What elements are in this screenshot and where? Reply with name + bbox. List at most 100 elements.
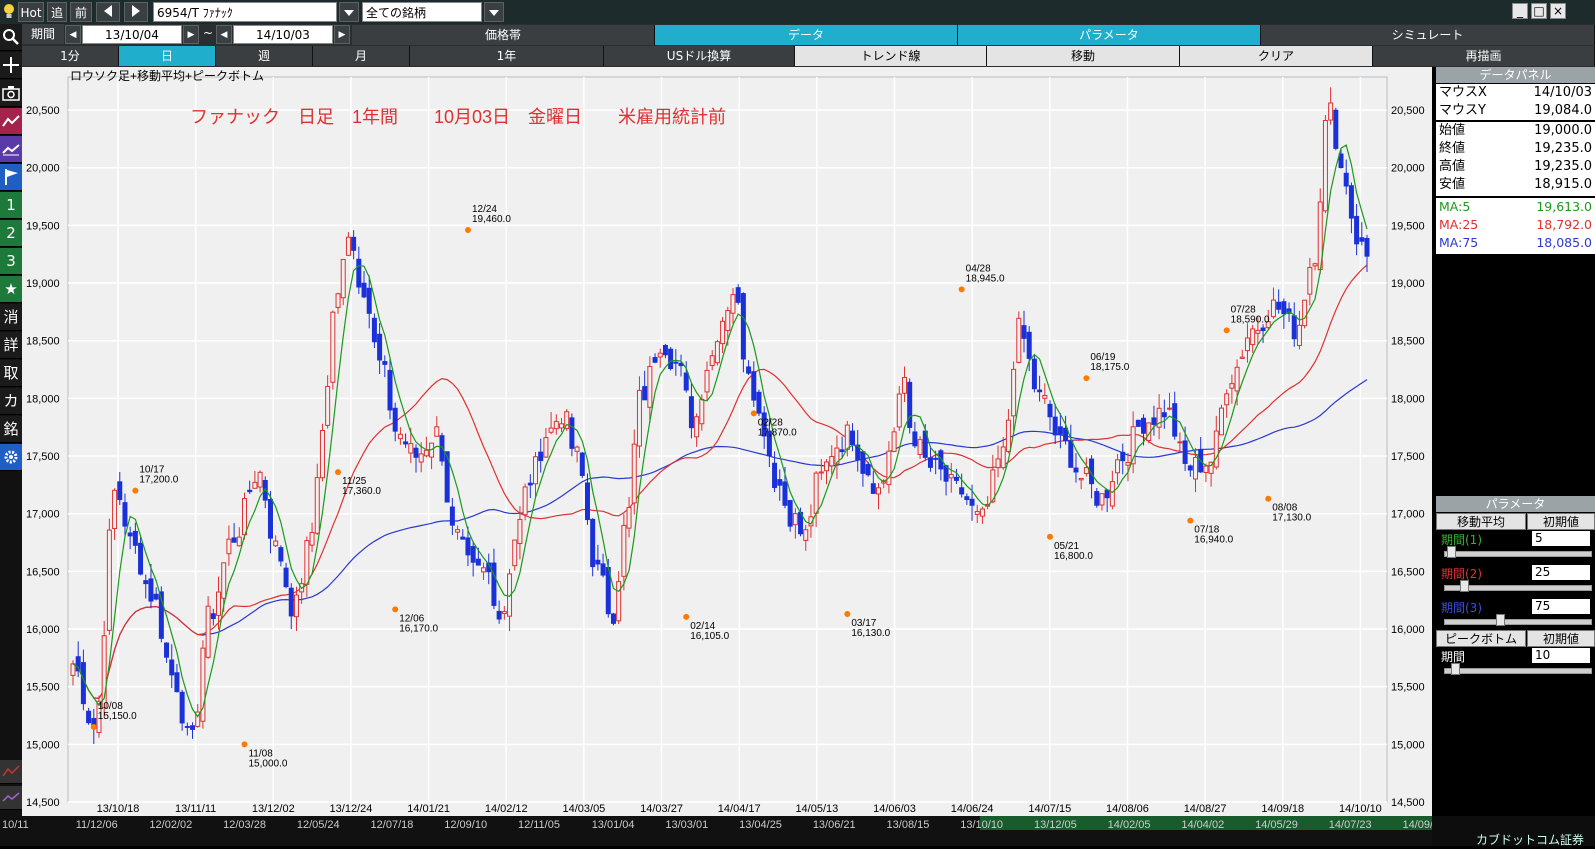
- candle-body: [901, 376, 907, 394]
- flag-icon[interactable]: [0, 164, 22, 191]
- overview-tick-label: 10/11: [2, 819, 29, 831]
- price-chart[interactable]: 10/1717,200.010/0815,150.011/0815,000.01…: [22, 67, 1432, 816]
- tab-usd-conversion[interactable]: USドル換算: [604, 46, 795, 66]
- next-button[interactable]: [124, 2, 148, 22]
- preset-1-button[interactable]: 1: [0, 192, 22, 219]
- add-button[interactable]: 追: [47, 2, 67, 22]
- tab-1min[interactable]: 1分: [22, 46, 119, 66]
- erase-button[interactable]: 消: [0, 304, 22, 331]
- period2-slider-thumb[interactable]: [1460, 580, 1470, 592]
- tab-redraw[interactable]: 再描画: [1373, 46, 1595, 66]
- param-panel-header: パラメータ: [1436, 496, 1595, 512]
- crosshair-icon[interactable]: [0, 52, 22, 79]
- tab-price-band[interactable]: 価格帯: [352, 25, 655, 45]
- hot-button[interactable]: Hot: [18, 2, 44, 22]
- tab-parameters[interactable]: パラメータ: [958, 25, 1261, 45]
- tab-monthly[interactable]: 月: [313, 46, 410, 66]
- overview-strip[interactable]: 10/11 11/12/06 12/02/02 12/03/28 12/05/24 12/…: [0, 816, 1595, 847]
- symbol-input[interactable]: 6954/T ﾌｧﾅｯｸ: [153, 2, 337, 22]
- period1-input[interactable]: 5: [1532, 531, 1590, 546]
- tab-trend-line[interactable]: トレンド線: [795, 46, 987, 66]
- triangle-right-icon: [132, 5, 140, 17]
- tab-clear[interactable]: クリア: [1180, 46, 1373, 66]
- camera-icon[interactable]: [0, 80, 22, 107]
- period1-slider[interactable]: [1444, 551, 1592, 557]
- tab-daily[interactable]: 日: [119, 46, 216, 66]
- period3-slider-thumb[interactable]: [1496, 614, 1506, 626]
- maximize-button[interactable]: □: [1531, 3, 1547, 19]
- search-icon[interactable]: [0, 24, 22, 51]
- detail-button[interactable]: 詳: [0, 332, 22, 359]
- period-row: 期間 ◀ 13/10/04 ▶ ~ ◀ 14/10/03 ▶ 価格帯 データ パ…: [0, 24, 1595, 45]
- period3-input[interactable]: 75: [1532, 599, 1590, 614]
- line-chart-red-icon[interactable]: [0, 108, 22, 135]
- preset-2-button[interactable]: 2: [0, 220, 22, 247]
- period2-input[interactable]: 25: [1532, 565, 1590, 580]
- candle-body: [1005, 419, 1011, 452]
- from-prev-button[interactable]: ◀: [65, 25, 81, 44]
- peak-period-input[interactable]: 10: [1532, 648, 1590, 663]
- from-date-input[interactable]: 13/10/04: [82, 25, 182, 44]
- category-dropdown-button[interactable]: [484, 2, 504, 22]
- power-button[interactable]: カ: [0, 388, 22, 415]
- from-next-button[interactable]: ▶: [183, 25, 199, 44]
- lightbulb-icon[interactable]: [2, 3, 16, 21]
- tab-move[interactable]: 移動: [987, 46, 1180, 66]
- tab-1year[interactable]: 1年: [410, 46, 604, 66]
- candle-body: [1296, 324, 1302, 346]
- candle-body: [434, 426, 440, 437]
- candle-body: [865, 464, 871, 476]
- close-button[interactable]: ×: [1550, 3, 1566, 19]
- candle-body: [683, 372, 689, 391]
- prev-button[interactable]: [96, 2, 120, 22]
- left-toolbar: 1 2 3 ★ 消 詳 取 カ 銘: [0, 24, 22, 838]
- capture-button[interactable]: 取: [0, 360, 22, 387]
- mini-chart-alt-icon[interactable]: [0, 786, 22, 810]
- y-tick-label-left: 18,500: [26, 336, 60, 348]
- to-next-button[interactable]: ▶: [334, 25, 350, 44]
- period3-slider[interactable]: [1444, 619, 1592, 625]
- candle-body: [143, 580, 149, 585]
- candle-body: [772, 462, 778, 489]
- candle-body: [642, 386, 648, 401]
- candle-body: [387, 369, 393, 411]
- star-icon[interactable]: ★: [0, 276, 22, 303]
- tab-peak-bottom[interactable]: ピークボトム: [1436, 630, 1526, 647]
- line-chart-purple-icon[interactable]: [0, 136, 22, 163]
- tab-moving-average[interactable]: 移動平均: [1436, 513, 1526, 530]
- candle-body: [1359, 237, 1365, 242]
- x-tick-label: 14/06/03: [873, 803, 916, 815]
- tilde-label: ~: [202, 26, 214, 40]
- peak-value-label: 17,130.0: [1272, 513, 1311, 524]
- reset-ma-button[interactable]: 初期値: [1527, 513, 1595, 530]
- overview-timeline[interactable]: 10/11 11/12/06 12/02/02 12/03/28 12/05/24 12/…: [0, 816, 1595, 846]
- stock-button[interactable]: 銘: [0, 416, 22, 443]
- tab-simulate[interactable]: シミュレート: [1261, 25, 1595, 45]
- category-select[interactable]: 全ての銘柄: [362, 2, 482, 22]
- preset-3-button[interactable]: 3: [0, 248, 22, 275]
- to-date-input[interactable]: 14/10/03: [233, 25, 333, 44]
- peak-period-slider[interactable]: [1444, 668, 1592, 674]
- candle-body: [1104, 489, 1110, 499]
- peak-period-slider-thumb[interactable]: [1450, 663, 1460, 675]
- candle-body: [1011, 368, 1017, 417]
- candle-body: [1094, 491, 1100, 506]
- tab-data[interactable]: データ: [655, 25, 958, 45]
- reset-peak-button[interactable]: 初期値: [1527, 630, 1595, 647]
- period1-slider-thumb[interactable]: [1446, 546, 1456, 558]
- ma5-value: 19,613.0: [1536, 199, 1592, 214]
- candle-body: [1109, 481, 1115, 507]
- delete-button[interactable]: 前: [70, 2, 92, 22]
- top-toolbar: Hot 追 前 6954/T ﾌｧﾅｯｸ 全ての銘柄 _ □ ×: [0, 0, 1595, 25]
- gear-icon[interactable]: [0, 444, 22, 471]
- ma75-label: MA:75: [1439, 235, 1479, 250]
- to-prev-button[interactable]: ◀: [216, 25, 232, 44]
- tab-weekly[interactable]: 週: [216, 46, 313, 66]
- candle-body: [907, 381, 913, 428]
- peak-marker: [464, 227, 471, 233]
- candle-body: [730, 294, 736, 314]
- minimize-button[interactable]: _: [1512, 3, 1528, 19]
- symbol-dropdown-button[interactable]: [339, 2, 359, 22]
- mini-chart-icon[interactable]: [0, 760, 22, 784]
- chart-area[interactable]: 10/17 17,200.0 10/08 15,150.0 11/08 15,000.0 1…: [22, 67, 1432, 816]
